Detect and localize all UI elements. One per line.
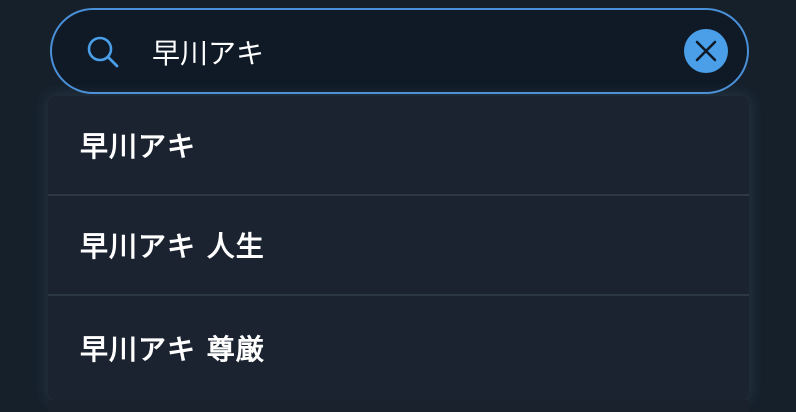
search-input[interactable]: [152, 30, 672, 74]
suggestion-item[interactable]: 早川アキ 尊厳: [48, 296, 749, 400]
suggestion-dropdown: 早川アキ 早川アキ 人生 早川アキ 尊厳: [48, 96, 749, 400]
suggestion-label: 早川アキ: [80, 130, 197, 163]
suggestion-label: 早川アキ 人生: [80, 230, 265, 263]
dropdown-overflow-edge: [48, 400, 749, 412]
suggestion-label: 早川アキ 尊厳: [80, 333, 265, 366]
clear-search-button[interactable]: [684, 29, 728, 73]
close-icon: [695, 40, 717, 62]
suggestion-item[interactable]: 早川アキ: [48, 96, 749, 196]
search-icon: [85, 34, 121, 70]
suggestion-item[interactable]: 早川アキ 人生: [48, 196, 749, 296]
search-bar[interactable]: [50, 8, 749, 94]
